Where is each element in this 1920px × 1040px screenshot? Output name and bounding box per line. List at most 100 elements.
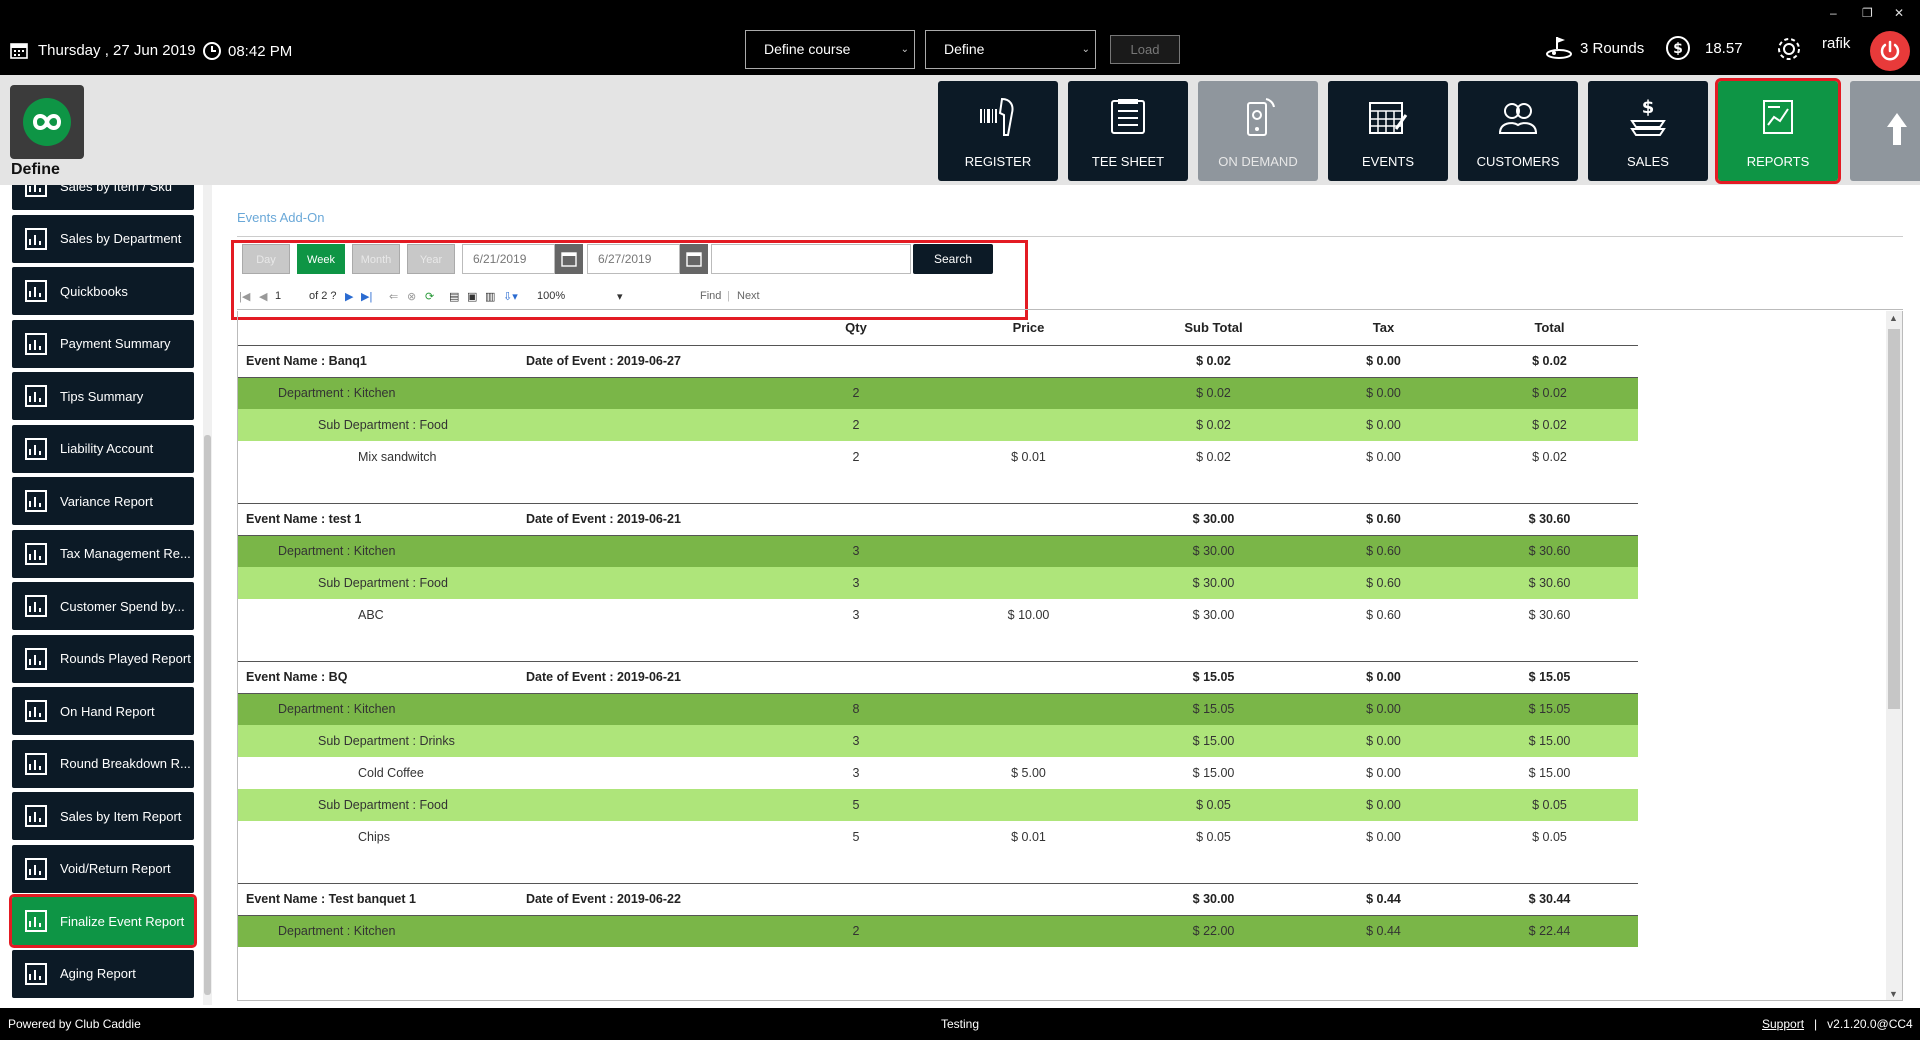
period-year-button[interactable]: Year [407, 244, 455, 274]
search-input[interactable] [711, 244, 911, 274]
row-total: $ 0.05 [1461, 789, 1638, 821]
report-panel: Events Add-On Day Week Month Year 6/21/2… [227, 196, 1910, 1006]
sidebar-list[interactable]: Sales by Item / Sku Sales by Department Qu… [8, 185, 208, 1007]
calendar-list-icon [20, 223, 52, 255]
footer-right: Support | v2.1.20.0@CC4 [1762, 1017, 1913, 1031]
settings-button[interactable] [1775, 35, 1803, 63]
last-page-icon[interactable]: ▶| [361, 290, 372, 303]
define-select[interactable]: Define ⌄ [925, 30, 1096, 69]
row-label: Department : Kitchen [238, 915, 776, 947]
row-tax: $ 0.44 [1306, 915, 1461, 947]
find-separator: | [727, 290, 730, 302]
from-date-input[interactable]: 6/21/2019 [462, 244, 555, 274]
period-month-button[interactable]: Month [352, 244, 400, 274]
page-layout-icon[interactable]: ▣ [467, 290, 477, 303]
sidebar-item-label: Variance Report [60, 493, 153, 509]
to-date-picker[interactable] [680, 244, 708, 274]
collapse-header-button[interactable] [1850, 81, 1920, 181]
page-number-input[interactable]: 1 [275, 290, 281, 302]
close-window-button[interactable]: ✕ [1894, 6, 1904, 20]
sidebar-item-tax-management-re[interactable]: Tax Management Re... [12, 529, 194, 578]
nav-on-demand[interactable]: ON DEMAND [1198, 81, 1318, 181]
row-tax: $ 0.00 [1306, 377, 1461, 409]
sidebar-item-payment-summary[interactable]: Payment Summary [12, 319, 194, 368]
sale-tag-icon [20, 800, 52, 832]
next-link[interactable]: Next [737, 290, 760, 302]
sidebar-item-on-hand-report[interactable]: On Hand Report [12, 687, 194, 735]
sidebar-item-sales-by-item-sku[interactable]: Sales by Item / Sku [12, 185, 194, 210]
first-page-icon[interactable]: |◀ [239, 290, 250, 303]
event-name: Event Name : test 1 [238, 502, 526, 536]
nav-tee-sheet[interactable]: TEE SHEET [1068, 81, 1188, 181]
event-date: Date of Event : 2019-06-21 [526, 502, 776, 536]
period-week-button[interactable]: Week [297, 244, 345, 274]
rounds-count: 3 Rounds [1580, 39, 1645, 57]
event-price [936, 882, 1121, 916]
report-scroll-thumb[interactable] [1888, 329, 1900, 709]
balance-display[interactable]: $ 18.57 [1665, 35, 1743, 61]
row-tax: $ 0.60 [1306, 567, 1461, 599]
print-icon[interactable]: ▤ [449, 290, 459, 303]
maximize-button[interactable]: ❐ [1862, 6, 1873, 20]
course-select[interactable]: Define course ⌄ [745, 30, 915, 69]
load-button[interactable]: Load [1110, 35, 1180, 64]
event-row: Event Name : test 1 Date of Event : 2019-… [238, 502, 1638, 536]
nav-customers-label: CUSTOMERS [1476, 154, 1560, 169]
search-button[interactable]: Search [913, 244, 993, 274]
sidebar-item-sales-by-item-report[interactable]: Sales by Item Report [12, 792, 194, 840]
sidebar-item-sales-by-department[interactable]: Sales by Department [12, 214, 194, 263]
event-date: Date of Event : 2019-06-21 [526, 660, 776, 694]
rounds-display[interactable]: 3 Rounds [1545, 35, 1644, 61]
find-link[interactable]: Find [700, 290, 721, 302]
sidebar-item-customer-spend-by[interactable]: Customer Spend by... [12, 582, 194, 630]
quickbooks-icon [20, 275, 52, 307]
from-date-picker[interactable] [555, 244, 583, 274]
stop-icon[interactable]: ⊗ [407, 290, 416, 303]
scroll-down-icon[interactable]: ▼ [1889, 989, 1898, 999]
nav-customers[interactable]: CUSTOMERS [1458, 81, 1578, 181]
sidebar-item-rounds-played-report[interactable]: Rounds Played Report [12, 634, 194, 683]
row-label: Department : Kitchen [238, 377, 776, 409]
sidebar-item-variance-report[interactable]: Variance Report [12, 477, 194, 525]
prev-page-icon[interactable]: ◀ [259, 290, 267, 303]
period-day-button[interactable]: Day [242, 244, 290, 274]
sidebar-item-finalize-event-report[interactable]: Finalize Event Report [9, 894, 197, 948]
user-name[interactable]: rafik [1822, 35, 1850, 52]
sidebar-item-tips-summary[interactable]: Tips Summary [12, 372, 194, 420]
sidebar-scroll-thumb[interactable] [204, 435, 211, 995]
item-row: ABC 3 $ 10.00 $ 30.00 $ 0.60 $ 30.60 [238, 599, 1638, 631]
nav-reports[interactable]: REPORTS [1715, 78, 1841, 184]
variance-icon [20, 485, 52, 517]
row-total: $ 22.44 [1461, 915, 1638, 947]
table-header: Qty Price Sub Total Tax Total [238, 311, 1638, 345]
export-icon[interactable]: ⇩▾ [503, 290, 518, 303]
to-date-input[interactable]: 6/27/2019 [587, 244, 680, 274]
sidebar-scrollbar[interactable] [203, 185, 212, 1005]
row-tax: $ 0.60 [1306, 535, 1461, 567]
next-page-icon[interactable]: ▶ [345, 290, 353, 303]
back-icon[interactable]: ⇐ [389, 290, 398, 303]
sidebar-item-liability-account[interactable]: Liability Account [12, 424, 194, 473]
row-tax: $ 0.00 [1306, 757, 1461, 789]
nav-events[interactable]: EVENTS [1328, 81, 1448, 181]
page-setup-icon[interactable]: ▥ [485, 290, 495, 303]
support-link[interactable]: Support [1762, 1017, 1804, 1031]
zoom-value: 100% [537, 290, 566, 302]
refresh-icon[interactable]: ⟳ [425, 290, 434, 303]
nav-sales[interactable]: $ SALES [1588, 81, 1708, 181]
row-qty: 5 [776, 789, 936, 821]
sidebar-item-round-breakdown-r[interactable]: Round Breakdown R... [12, 739, 194, 788]
minimize-button[interactable]: – [1830, 6, 1837, 20]
row-qty: 2 [776, 377, 936, 409]
event-subtotal: $ 15.05 [1121, 660, 1306, 694]
nav-register[interactable]: REGISTER [938, 81, 1058, 181]
zoom-select[interactable]: 100% ▾ [537, 290, 627, 303]
sidebar-item-quickbooks[interactable]: Quickbooks [12, 267, 194, 315]
sidebar-item-label: Finalize Event Report [60, 913, 185, 929]
sidebar-item-void-return-report[interactable]: Void/Return Report [12, 844, 194, 893]
scroll-up-icon[interactable]: ▲ [1889, 313, 1898, 323]
sidebar-item-aging-report[interactable]: Aging Report [12, 949, 194, 998]
power-button[interactable] [1870, 31, 1910, 71]
event-date: Date of Event : 2019-06-22 [526, 882, 776, 916]
report-scrollbar[interactable]: ▲ ▼ [1886, 311, 1902, 1000]
